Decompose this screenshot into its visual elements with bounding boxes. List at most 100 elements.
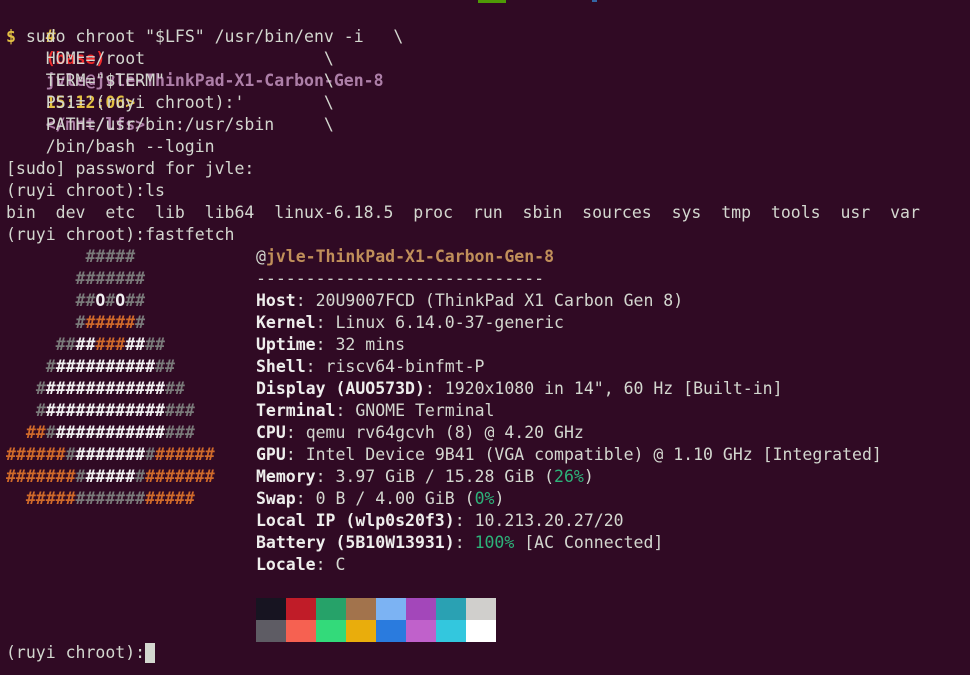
ff-shell-value: riscv64-binfmt-P — [325, 357, 485, 376]
ff-colon: : — [454, 511, 475, 530]
ff-cpu: CPU: qemu rv64gcvh (8) @ 4.20 GHz — [256, 422, 584, 444]
ff-gpu-value: Intel Device 9B41 (VGA compatible) @ 1.1… — [305, 445, 882, 464]
logo-segment: ## — [125, 291, 146, 310]
ff-uptime-value: 32 mins — [335, 335, 406, 354]
ff-cpu-key: CPU — [256, 423, 286, 442]
ff-display-value: 1920x1080 in 14", 60 Hz [Built-in] — [444, 379, 783, 398]
palette-swatch — [406, 598, 436, 620]
ff-colon: : — [424, 379, 445, 398]
logo-segment: ## — [75, 335, 96, 354]
ff-shell: Shell: riscv64-binfmt-P — [256, 356, 485, 378]
ff-separator: ----------------------------- — [256, 269, 545, 288]
ff-memory: Memory: 3.97 GiB / 15.28 GiB (26%) — [256, 466, 594, 488]
ff-colon: : — [295, 489, 316, 508]
logo-segment: # — [35, 379, 46, 398]
ff-host: Host: 20U9007FCD (ThinkPad X1 Carbon Gen… — [256, 290, 683, 312]
ff-colon: : — [335, 401, 356, 420]
logo-segment: ############ — [45, 379, 165, 398]
logo-segment: ####### — [6, 467, 76, 486]
palette-swatch — [256, 620, 286, 642]
logo-segment — [6, 489, 26, 508]
palette-swatch — [256, 598, 286, 620]
ff-terminal-key: Terminal — [256, 401, 336, 420]
palette-swatch — [286, 598, 316, 620]
logo-segment: ## — [55, 335, 76, 354]
logo-segment: ## — [164, 379, 185, 398]
logo-segment: ## — [155, 357, 175, 376]
logo-segment: ### — [164, 401, 195, 420]
logo-row: ##################### — [6, 444, 215, 466]
command-line-5: PATH=/usr/bin:/usr/sbin \ — [6, 115, 334, 134]
logo-segment: ##### — [145, 489, 195, 508]
palette-swatch — [406, 620, 436, 642]
logo-row: ##### — [6, 246, 135, 268]
terminal-window[interactable]: # (base) jvle@jvle-ThinkPad-X1-Carbon-Ge… — [0, 0, 970, 675]
ff-host-value: 20U9007FCD (ThinkPad X1 Carbon Gen 8) — [315, 291, 684, 310]
logo-segment: # — [135, 467, 146, 486]
command-line-6: /bin/bash --login — [6, 137, 215, 156]
logo-segment: ## — [75, 291, 96, 310]
ff-swap-percent: 0% — [474, 489, 495, 508]
ff-kernel-key: Kernel — [256, 313, 316, 332]
logo-row: ##################### — [6, 466, 215, 488]
palette-swatch — [466, 620, 496, 642]
shell-prompt-line: # (base) jvle@jvle-ThinkPad-X1-Carbon-Ge… — [6, 4, 384, 134]
ff-terminal-value: GNOME Terminal — [355, 401, 495, 420]
logo-row: ################# — [6, 422, 195, 444]
logo-segment: O — [95, 291, 106, 310]
logo-segment: # — [135, 313, 146, 332]
logo-segment: ## — [125, 335, 146, 354]
logo-segment: ###### — [6, 445, 66, 464]
palette-swatch — [316, 598, 346, 620]
ff-localip: Local IP (wlp0s20f3): 10.213.20.27/20 — [256, 510, 624, 532]
command-line-3: TERM="$TERM" \ — [6, 71, 334, 90]
logo-row: ############### — [6, 378, 185, 400]
ff-colon: : — [305, 357, 326, 376]
logo-row: ####### — [6, 268, 146, 290]
scrolled-off-highlight — [478, 0, 506, 3]
logo-segment: ##### — [25, 489, 76, 508]
ff-colon: : — [315, 313, 336, 332]
logo-segment — [6, 291, 76, 310]
ff-colon: : — [285, 423, 306, 442]
ff-kernel: Kernel: Linux 6.14.0-37-generic — [256, 312, 564, 334]
ff-display-key: Display (AUO573D) — [256, 379, 425, 398]
ff-terminal: Terminal: GNOME Terminal — [256, 400, 494, 422]
palette-swatch — [376, 598, 406, 620]
logo-row: ########### — [6, 334, 165, 356]
logo-row: ################ — [6, 400, 195, 422]
palette-swatch — [286, 620, 316, 642]
logo-segment: ####### — [75, 445, 146, 464]
ff-swap: Swap: 0 B / 4.00 GiB (0%) — [256, 488, 504, 510]
logo-row: ################# — [6, 488, 195, 510]
logo-segment: ### — [164, 423, 195, 442]
ff-cpu-value: qemu rv64gcvh (8) @ 4.20 GHz — [305, 423, 584, 442]
sudo-password-prompt: [sudo] password for jvle: — [6, 159, 255, 178]
ff-title: @jvle-ThinkPad-X1-Carbon-Gen-8 — [256, 246, 554, 268]
ff-colon: : — [315, 467, 336, 486]
logo-segment: ###### — [155, 445, 215, 464]
ff-swap-value: 0 B / 4.00 GiB ( — [315, 489, 475, 508]
ff-host-key: Host — [256, 291, 296, 310]
ff-kernel-value: Linux 6.14.0-37-generic — [335, 313, 564, 332]
logo-segment: ####### — [75, 269, 146, 288]
logo-row: ##O#O## — [6, 290, 146, 312]
palette-swatch — [376, 620, 406, 642]
command-line-2: HOME=/root \ — [6, 49, 334, 68]
logo-segment: ##### — [85, 467, 136, 486]
ff-colon: : — [454, 533, 475, 552]
palette-swatch — [346, 620, 376, 642]
ff-uptime-key: Uptime — [256, 335, 316, 354]
scrolled-off-fragment — [592, 0, 597, 2]
ff-locale-key: Locale — [256, 555, 316, 574]
ff-at: @ — [256, 247, 266, 266]
ff-display: Display (AUO573D): 1920x1080 in 14", 60 … — [256, 378, 783, 400]
ff-memory-value: 3.97 GiB / 15.28 GiB ( — [335, 467, 555, 486]
final-prompt-line[interactable]: (ruyi chroot): — [6, 642, 156, 664]
logo-segment: ########### — [55, 423, 165, 442]
command-line-1: $ sudo chroot "$LFS" /usr/bin/env -i \ — [6, 26, 403, 48]
palette-swatch — [346, 598, 376, 620]
ff-memory-close: ) — [583, 467, 594, 486]
logo-segment: # — [75, 313, 86, 332]
logo-segment: ### — [95, 335, 126, 354]
